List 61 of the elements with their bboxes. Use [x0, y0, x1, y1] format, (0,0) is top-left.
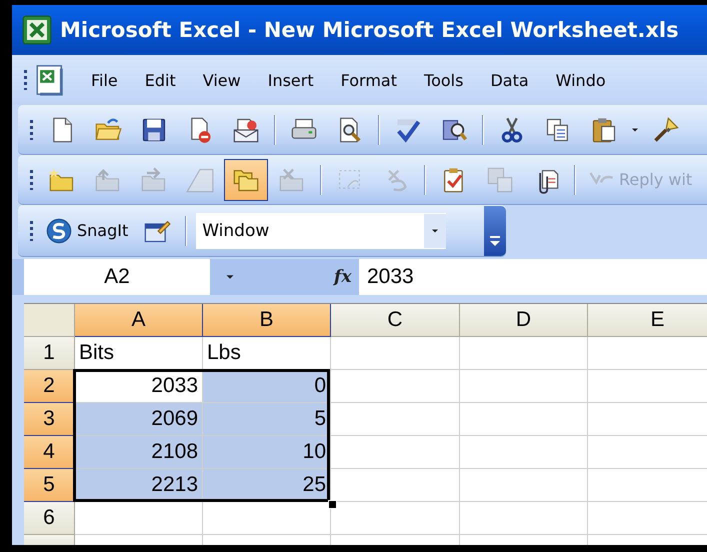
menu-item[interactable]: Format [326, 70, 410, 90]
save-copy-icon [486, 166, 514, 194]
table-cell[interactable] [331, 337, 460, 370]
table-cell[interactable]: 0 [203, 370, 331, 403]
spreadsheet-icon [22, 15, 52, 45]
table-cell[interactable]: 2108 [75, 436, 203, 469]
menu-item[interactable]: Tools [410, 70, 476, 90]
fill-handle[interactable] [328, 500, 337, 509]
formula-field[interactable]: 2033 [359, 259, 707, 295]
snagit-icon [45, 216, 73, 244]
column-header[interactable]: D [460, 304, 588, 337]
table-cell[interactable] [331, 502, 460, 535]
table-cell[interactable] [460, 403, 588, 436]
table-cell[interactable] [460, 370, 588, 403]
row-header[interactable]: 5 [24, 469, 75, 502]
table-cell[interactable]: 2213 [75, 469, 203, 502]
table-cell[interactable] [331, 403, 460, 436]
grip-handle[interactable] [24, 70, 27, 90]
table-cell[interactable] [331, 370, 460, 403]
toolbar-button[interactable] [224, 158, 268, 200]
table-cell[interactable]: 5 [203, 403, 331, 436]
toolbar-options-button[interactable] [484, 206, 506, 256]
folder-star-icon [48, 166, 76, 194]
table-cell[interactable] [460, 502, 588, 535]
grip-handle[interactable] [30, 170, 33, 190]
table-cell[interactable]: 10 [203, 436, 331, 469]
row-header[interactable]: 4 [24, 436, 75, 469]
menu-item[interactable]: View [188, 70, 254, 90]
row-header[interactable]: 1 [24, 337, 75, 370]
row-header[interactable]: 2 [24, 370, 75, 403]
chevron-icon [489, 234, 501, 248]
table-cell[interactable] [460, 436, 588, 469]
row-header[interactable] [24, 535, 75, 545]
menu-item[interactable]: Windo [542, 70, 619, 90]
brush-icon [652, 116, 680, 144]
column-header[interactable]: E [588, 304, 707, 337]
dropdown-field[interactable]: Window [196, 212, 446, 248]
table-cell[interactable] [331, 436, 460, 469]
grip-handle[interactable] [30, 220, 33, 240]
folder-arrow-icon [140, 166, 168, 194]
column-header[interactable]: B [203, 304, 331, 337]
name-box[interactable]: A2 [24, 259, 210, 295]
column-header[interactable]: C [331, 304, 460, 337]
menu-item[interactable]: Edit [130, 70, 189, 90]
table-cell[interactable]: 2033 [75, 370, 203, 403]
menu-item[interactable]: Data [476, 70, 542, 90]
toolbar-button[interactable]: SnagIt [39, 210, 134, 252]
column-header[interactable]: A [75, 304, 203, 337]
menu-item[interactable]: Insert [254, 70, 327, 90]
table-cell[interactable] [460, 469, 588, 502]
clipboard-icon [590, 116, 618, 144]
table-cell[interactable] [75, 502, 203, 535]
select-all-button[interactable] [24, 304, 75, 337]
row-header[interactable]: 6 [24, 502, 75, 535]
grip-handle[interactable] [30, 120, 33, 140]
row-header[interactable]: 3 [24, 403, 75, 436]
table-cell[interactable]: 2069 [75, 403, 203, 436]
function-button[interactable]: fx [334, 267, 356, 287]
table-cell[interactable] [460, 337, 588, 370]
menu-item[interactable]: File [77, 70, 131, 90]
window-title: Microsoft Excel - New Microsoft Excel Worksheet.xls [60, 18, 679, 42]
